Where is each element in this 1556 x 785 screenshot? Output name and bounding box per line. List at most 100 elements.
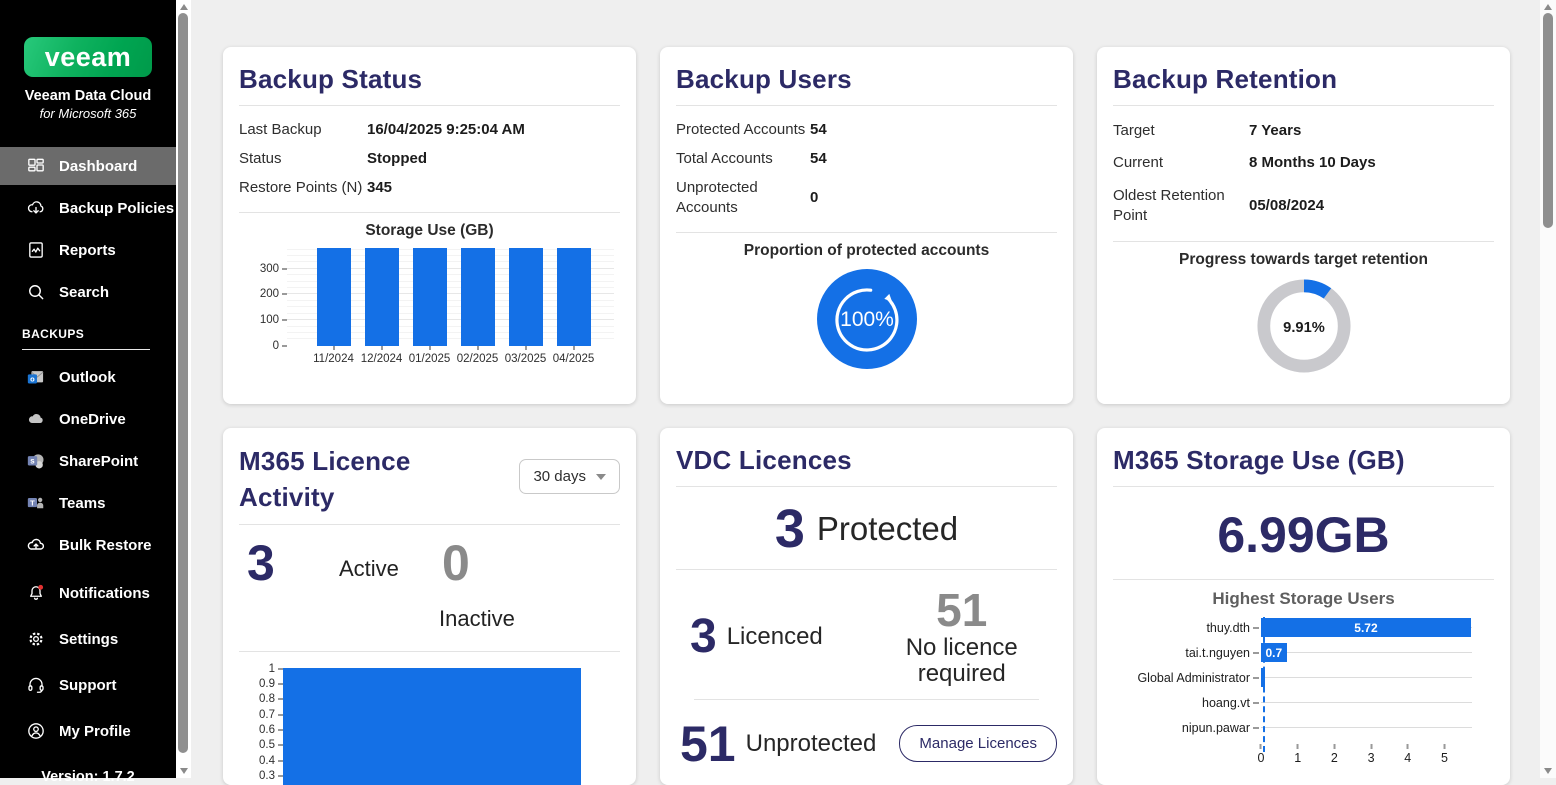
- divider: [239, 105, 620, 106]
- main-scrollbar-thumb[interactable]: [1543, 13, 1553, 228]
- protected-count: 3: [775, 502, 805, 556]
- sidebar-item-notifications[interactable]: Notifications: [0, 572, 176, 614]
- sidebar-item-backup-policies[interactable]: Backup Policies: [0, 189, 176, 227]
- info-value: 345: [367, 178, 620, 198]
- backup-status-title: Backup Status: [239, 62, 620, 96]
- y-tick-label: 0.9: [239, 676, 283, 691]
- cloud-download-icon: [26, 198, 46, 218]
- licenced-count: 3: [690, 613, 717, 661]
- bar: 5.72: [1261, 618, 1471, 637]
- chevron-down-icon: [596, 474, 606, 480]
- sidebar-item-label: Outlook: [59, 369, 116, 386]
- version-label: Version: 1.7.2: [0, 769, 176, 785]
- retention-progress-title: Progress towards target retention: [1113, 251, 1494, 269]
- y-tick-label: 0.5: [239, 738, 283, 753]
- backup-users-rows: Protected Accounts54Total Accounts54Unpr…: [676, 115, 1057, 223]
- sidebar-backups-nav: oOutlook OneDrive sSharePoint TTeams Bulk Re…: [0, 358, 176, 564]
- backups-section-label: BACKUPS: [0, 327, 176, 341]
- x-tick-label: 12/2024: [358, 353, 406, 365]
- backup-status-rows: Last Backup16/04/2025 9:25:04 AMStatusSt…: [239, 115, 620, 203]
- info-label: Current: [1113, 153, 1249, 173]
- y-tick-label: 0.3: [239, 768, 283, 783]
- hbar-row: hoang.vt: [1113, 690, 1494, 715]
- y-tick-label: 1: [239, 661, 283, 676]
- x-tick-label: 11/2024: [310, 353, 358, 365]
- teams-icon: T: [26, 493, 46, 513]
- info-value: 7 Years: [1249, 121, 1494, 141]
- bar: [283, 668, 581, 785]
- category-label: thuy.dth: [1113, 621, 1253, 635]
- x-tick-label: 02/2025: [454, 353, 502, 365]
- backup-retention-card: Backup Retention Target7 YearsCurrent8 M…: [1097, 47, 1510, 404]
- sidebar-item-label: Settings: [59, 631, 118, 648]
- sidebar-item-support[interactable]: Support: [0, 664, 176, 706]
- licence-activity-stats: 3 Active 0 Inactive: [239, 534, 620, 642]
- x-tick-label: 0: [1258, 744, 1265, 765]
- y-tick-label: 0.7: [239, 707, 283, 722]
- x-tick-label: 01/2025: [406, 353, 454, 365]
- sidebar-item-label: My Profile: [59, 723, 131, 740]
- sidebar-item-label: Notifications: [59, 585, 150, 602]
- period-select[interactable]: 30 days: [519, 459, 620, 494]
- scroll-down-arrow-icon[interactable]: [1544, 768, 1552, 774]
- sidebar-item-search[interactable]: Search: [0, 273, 176, 311]
- unprotected-stat: 51 Unprotected: [680, 719, 876, 769]
- sidebar-item-dashboard[interactable]: Dashboard: [0, 147, 176, 185]
- y-tick-label: 300: [260, 263, 287, 275]
- divider: [676, 486, 1057, 487]
- headset-icon: [26, 675, 46, 695]
- manage-licences-button[interactable]: Manage Licences: [899, 725, 1057, 762]
- backup-users-card: Backup Users Protected Accounts54Total A…: [660, 47, 1073, 404]
- sidebar-item-label: Search: [59, 284, 109, 301]
- backup-status-card: Backup Status Last Backup16/04/2025 9:25…: [223, 47, 636, 404]
- sidebar-item-label: Backup Policies: [59, 200, 174, 217]
- sidebar-item-settings[interactable]: Settings: [0, 618, 176, 660]
- scroll-up-arrow-icon[interactable]: [180, 4, 188, 10]
- proportion-chart-title: Proportion of protected accounts: [676, 242, 1057, 260]
- category-label: nipun.pawar: [1113, 721, 1253, 735]
- storage-use-title: M365 Storage Use (GB): [1113, 443, 1494, 477]
- sidebar-item-sharepoint[interactable]: sSharePoint: [0, 442, 176, 480]
- sidebar-item-teams[interactable]: TTeams: [0, 484, 176, 522]
- scroll-down-arrow-icon[interactable]: [180, 768, 188, 774]
- x-tick-label: 1: [1294, 744, 1301, 765]
- info-label: Unprotected Accounts: [676, 178, 810, 219]
- x-tick-label: 04/2025: [550, 353, 598, 365]
- sidebar-scrollbar-thumb[interactable]: [178, 13, 188, 753]
- sidebar-item-bulk-restore[interactable]: Bulk Restore: [0, 526, 176, 564]
- sidebar-item-outlook[interactable]: oOutlook: [0, 358, 176, 396]
- bar: [461, 248, 495, 345]
- x-tick-label: 5: [1441, 744, 1448, 765]
- sidebar-item-label: OneDrive: [59, 411, 126, 428]
- main-scrollbar[interactable]: [1540, 0, 1556, 778]
- sidebar-bottom-nav: Notifications Settings Support My Profile: [0, 572, 176, 752]
- sidebar-scrollbar[interactable]: [176, 0, 191, 778]
- divider: [239, 524, 620, 525]
- sidebar-item-reports[interactable]: Reports: [0, 231, 176, 269]
- person-icon: [26, 721, 46, 741]
- licence-activity-title: M365 Licence Activity: [239, 443, 469, 515]
- divider: [1113, 241, 1494, 242]
- active-label: Active: [339, 556, 399, 582]
- sidebar-item-onedrive[interactable]: OneDrive: [0, 400, 176, 438]
- x-tick-label: 03/2025: [502, 353, 550, 365]
- divider: [676, 569, 1057, 570]
- cloud-upload-icon: [26, 535, 46, 555]
- report-icon: [26, 240, 46, 260]
- backup-retention-rows: Target7 YearsCurrent8 Months 10 DaysOlde…: [1113, 115, 1494, 232]
- bar: [365, 248, 399, 345]
- divider: [239, 212, 620, 213]
- info-row: Oldest Retention Point05/08/2024: [1113, 180, 1494, 233]
- divider: [676, 105, 1057, 106]
- active-count: 3: [247, 538, 275, 588]
- licence-activity-card: M365 Licence Activity 30 days 3 Active 0…: [223, 428, 636, 785]
- sidebar-item-my-profile[interactable]: My Profile: [0, 710, 176, 752]
- inactive-count: 0: [442, 538, 470, 588]
- storage-use-chart: 0100200300: [239, 246, 620, 350]
- category-label: hoang.vt: [1113, 696, 1253, 710]
- info-value: 54: [810, 120, 1057, 140]
- backup-retention-title: Backup Retention: [1113, 62, 1494, 96]
- scroll-up-arrow-icon[interactable]: [1544, 4, 1552, 10]
- divider: [676, 232, 1057, 233]
- info-value: 05/08/2024: [1249, 196, 1494, 216]
